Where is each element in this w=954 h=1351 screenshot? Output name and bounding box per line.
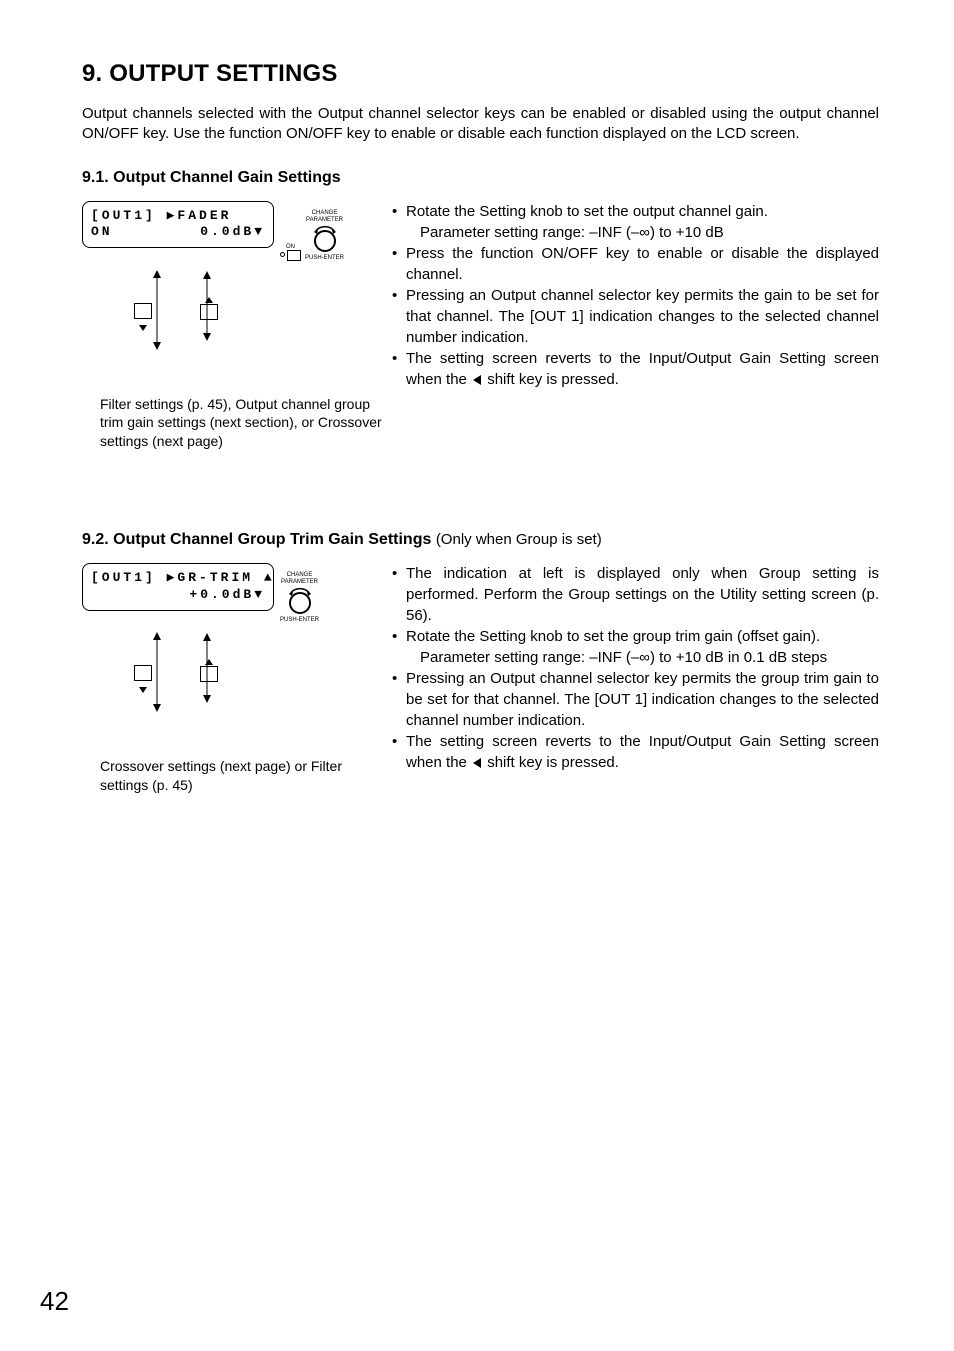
lcd1-line2-right: 0.0dB▼ [200,224,265,241]
section-9-1-title: 9.1. Output Channel Gain Settings [82,169,879,187]
setting-knob-2: CHANGE PARAMETER PUSH-ENTER [280,572,319,623]
lcd2-line1: [OUT1] ▶GR-TRIM ▲ [91,570,265,587]
knob-label-parameter-1: PARAMETER [306,217,343,223]
bullet-item: Pressing an Output channel selector key … [392,668,879,731]
nav-diagram-1 [122,267,322,387]
section-9-2-left: [OUT1] ▶GR-TRIM ▲ +0.0dB▼ CHANGE PARAMET… [82,563,382,795]
onoff-led-icon [280,252,285,257]
page-heading: 9. OUTPUT SETTINGS [82,60,879,88]
lcd1-line1: [OUT1] ▶FADER [91,208,265,225]
lcd2-line2-right: +0.0dB▼ [189,587,265,604]
lcd2-line2: +0.0dB▼ [91,587,265,604]
bullet-item: Rotate the Setting knob to set the group… [392,626,879,668]
nav-caption-2: Crossover settings (next page) or Filter… [100,757,382,795]
knob-label-push-1: PUSH-ENTER [305,255,344,261]
section-9-2-bullets: The indication at left is displayed only… [392,563,879,773]
controls-cluster-2: CHANGE PARAMETER PUSH-ENTER [280,563,319,623]
section-9-2-qualifier: (Only when Group is set) [436,531,602,548]
onoff-button-icon [287,250,301,261]
section-9-2-title: 9.2. Output Channel Group Trim Gain Sett… [82,531,879,549]
knob-label-parameter-2: PARAMETER [281,579,318,585]
lcd-cluster-1: [OUT1] ▶FADER ON 0.0dB▼ ON [82,201,382,261]
page-number: 42 [40,1286,69,1317]
shift-left-icon [473,375,481,385]
bullet-item: The setting screen reverts to the Input/… [392,348,879,390]
lcd-cluster-2: [OUT1] ▶GR-TRIM ▲ +0.0dB▼ CHANGE PARAMET… [82,563,382,623]
bullet-subtext: Parameter setting range: –INF (–∞) to +1… [406,647,879,668]
controls-cluster-1: ON CHANGE PARAMETER [280,201,344,261]
section-9-1-row: [OUT1] ▶FADER ON 0.0dB▼ ON [82,201,879,452]
section-9-2-title-text: 9.2. Output Channel Group Trim Gain Sett… [82,531,431,548]
knob-label-change-2: CHANGE [287,572,313,578]
bullet-item: The setting screen reverts to the Input/… [392,731,879,773]
shift-down-button-icon [134,303,152,331]
nav-caption-1: Filter settings (p. 45), Output channel … [100,395,382,452]
shift-down-button-icon [134,665,152,693]
section-9-1-left: [OUT1] ▶FADER ON 0.0dB▼ ON [82,201,382,452]
knob-label-change-1: CHANGE [312,210,338,216]
section-9-2-row: [OUT1] ▶GR-TRIM ▲ +0.0dB▼ CHANGE PARAMET… [82,563,879,795]
shift-left-icon [473,758,481,768]
section-9-2-right: The indication at left is displayed only… [382,563,879,773]
bullet-item: Rotate the Setting knob to set the outpu… [392,201,879,243]
intro-paragraph: Output channels selected with the Output… [82,104,879,145]
setting-knob-1: CHANGE PARAMETER PUSH-ENTER [305,210,344,261]
bullet-item: The indication at left is displayed only… [392,563,879,626]
lcd1-line2: ON 0.0dB▼ [91,224,265,241]
knob-label-push-2: PUSH-ENTER [280,617,319,623]
shift-up-button-icon [200,659,218,687]
onoff-key-1: ON [280,244,301,261]
nav-arrows-svg [122,267,322,367]
shift-up-button-icon [200,297,218,325]
lcd-screen-1: [OUT1] ▶FADER ON 0.0dB▼ [82,201,274,249]
section-9-1-right: Rotate the Setting knob to set the outpu… [382,201,879,390]
bullet-item: Pressing an Output channel selector key … [392,285,879,348]
nav-diagram-2 [122,629,322,749]
lcd1-line2-left: ON [91,224,113,241]
bullet-subtext: Parameter setting range: –INF (–∞) to +1… [406,222,879,243]
knob-icon [310,224,340,254]
lcd-screen-2: [OUT1] ▶GR-TRIM ▲ +0.0dB▼ [82,563,274,611]
nav-arrows-svg-2 [122,629,322,729]
bullet-item: Press the function ON/OFF key to enable … [392,243,879,285]
section-9-1-bullets: Rotate the Setting knob to set the outpu… [392,201,879,390]
knob-icon [285,586,315,616]
page: 9. OUTPUT SETTINGS Output channels selec… [0,0,954,1351]
